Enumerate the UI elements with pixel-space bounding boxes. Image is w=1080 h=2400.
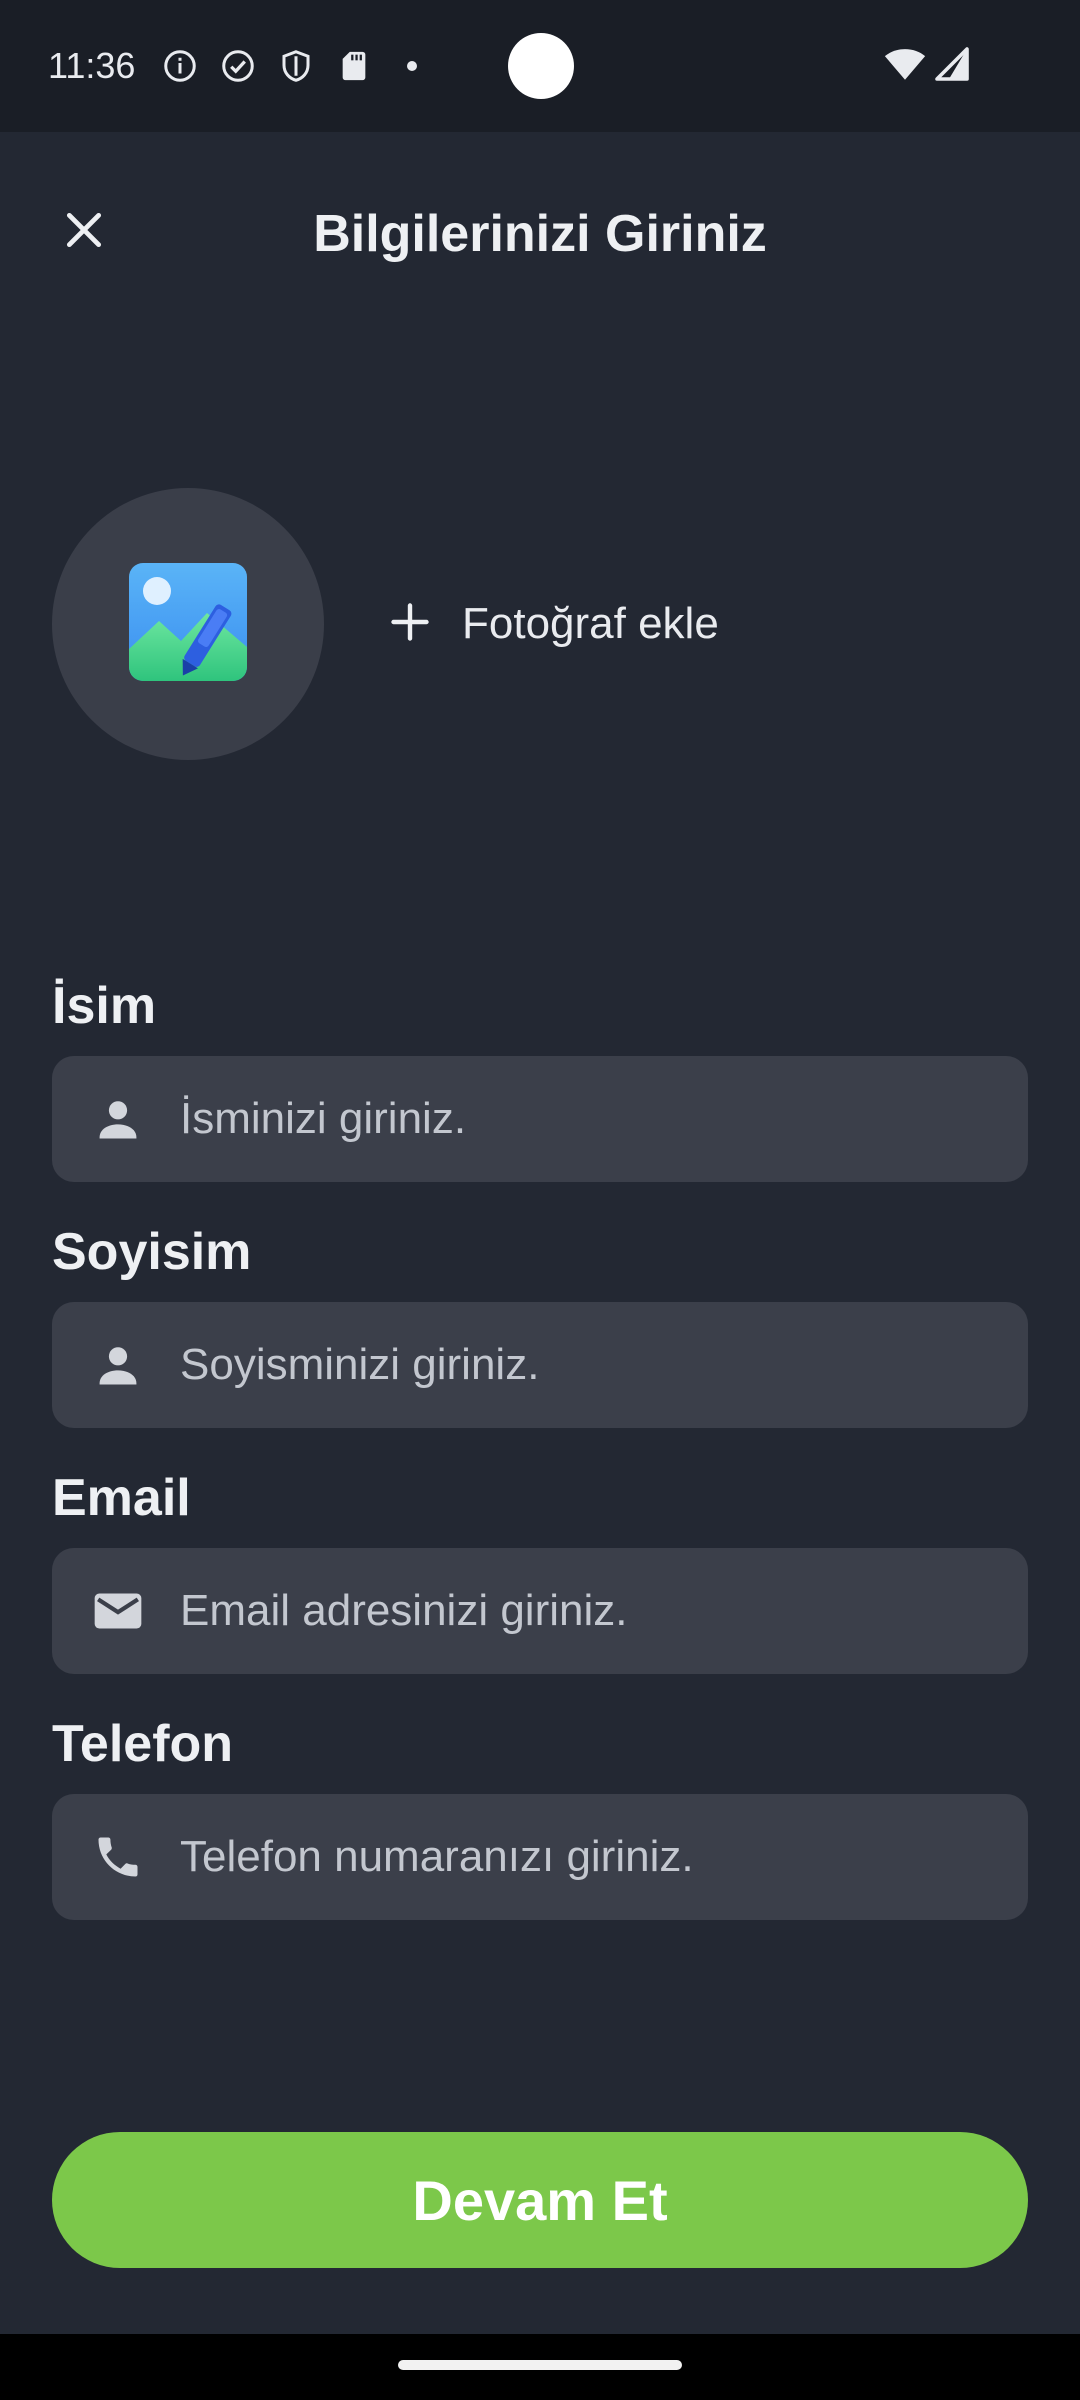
email-input[interactable] xyxy=(180,1548,1028,1674)
email-label: Email xyxy=(52,1469,191,1527)
name-label: İsim xyxy=(52,977,157,1035)
email-field[interactable] xyxy=(52,1548,1028,1674)
surname-input[interactable] xyxy=(180,1302,1028,1428)
add-photo-button[interactable]: Fotoğraf ekle xyxy=(388,588,719,660)
phone-field[interactable] xyxy=(52,1794,1028,1920)
mail-icon xyxy=(88,1581,148,1641)
phone-label: Telefon xyxy=(52,1715,234,1773)
shield-icon xyxy=(276,46,316,86)
status-bar: 11:36 xyxy=(0,0,1080,132)
dot-icon xyxy=(392,46,432,86)
person-icon xyxy=(88,1089,148,1149)
home-indicator[interactable] xyxy=(398,2360,682,2370)
signal-icon xyxy=(934,46,970,87)
wifi-icon xyxy=(884,46,926,87)
app-screen: 11:36 Bilgilerinizi Giriniz Fotoğraf ekl… xyxy=(0,0,1080,2400)
page-title: Bilgilerinizi Giriniz xyxy=(313,205,767,263)
header: Bilgilerinizi Giriniz xyxy=(0,132,1080,342)
name-field[interactable] xyxy=(52,1056,1028,1182)
continue-button[interactable]: Devam Et xyxy=(52,2132,1028,2268)
surname-field[interactable] xyxy=(52,1302,1028,1428)
person-icon xyxy=(88,1335,148,1395)
profile-photo-placeholder[interactable] xyxy=(52,488,324,760)
camera-cutout xyxy=(508,33,574,99)
add-photo-label: Fotoğraf ekle xyxy=(462,599,719,648)
plus-icon xyxy=(388,600,432,649)
sd-card-icon xyxy=(334,46,374,86)
name-input[interactable] xyxy=(180,1056,1028,1182)
phone-icon xyxy=(88,1827,148,1887)
info-icon xyxy=(160,46,200,86)
status-notification-icons xyxy=(160,46,432,86)
phone-input[interactable] xyxy=(180,1794,1028,1920)
status-system-icons xyxy=(884,46,970,87)
image-edit-icon xyxy=(123,557,253,692)
navigation-bar xyxy=(0,2334,1080,2400)
surname-label: Soyisim xyxy=(52,1223,252,1281)
status-time: 11:36 xyxy=(48,45,136,86)
check-circle-icon xyxy=(218,46,258,86)
